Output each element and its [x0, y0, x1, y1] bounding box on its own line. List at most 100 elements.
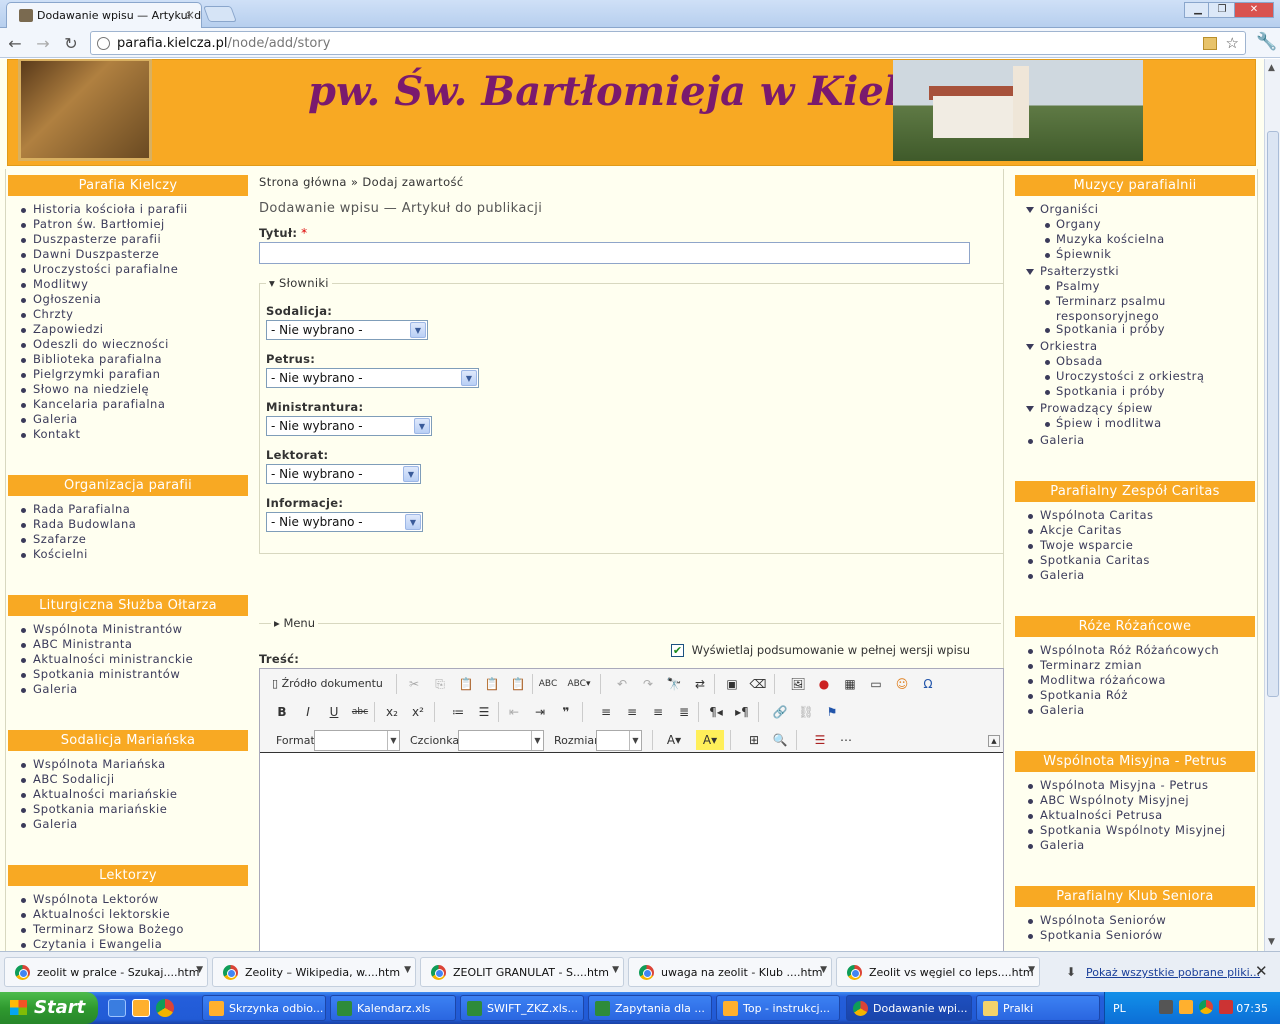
unlink-icon[interactable]: ⛓ — [796, 702, 816, 722]
bold-icon[interactable]: B — [272, 702, 292, 722]
spellcheck-icon[interactable]: ABC — [538, 674, 558, 694]
collapse-toolbar-icon[interactable]: ▲ — [988, 735, 1000, 747]
text-color-icon[interactable]: A▾ — [660, 730, 688, 750]
special-char-icon[interactable]: Ω — [918, 674, 938, 694]
menu-item[interactable]: Aktualności ministranckie — [8, 652, 248, 667]
menu-item[interactable]: Orkiestra — [1015, 339, 1255, 354]
menu-item[interactable]: Pielgrzymki parafian — [8, 367, 248, 382]
redo-icon[interactable]: ↷ — [638, 674, 658, 694]
menu-item[interactable]: Spotkania Caritas — [1015, 553, 1255, 568]
forward-icon[interactable]: → — [34, 34, 52, 53]
indent-icon[interactable]: ⇥ — [530, 702, 550, 722]
cut-icon[interactable]: ✂ — [404, 674, 424, 694]
outdent-icon[interactable]: ⇤ — [504, 702, 524, 722]
menu-item[interactable]: Spotkania Seniorów — [1015, 928, 1255, 943]
close-window-button[interactable]: ✕ — [1234, 2, 1274, 18]
menu-item[interactable]: Aktualności mariańskie — [8, 787, 248, 802]
menu-item[interactable]: Biblioteka parafialna — [8, 352, 248, 367]
menu-item[interactable]: Organy — [1015, 217, 1255, 232]
teaser-break-icon[interactable]: ⋯ — [836, 730, 856, 750]
menu-item[interactable]: Kontakt — [8, 427, 248, 442]
menu-item[interactable]: ABC Ministranta — [8, 637, 248, 652]
informacje-select[interactable]: - Nie wybrano - ▼ — [266, 512, 423, 532]
browser-tab[interactable]: Dodawanie wpisu — Artykuł do × — [6, 2, 202, 28]
menu-item[interactable]: Kościelni — [8, 547, 248, 562]
menu-item[interactable]: Śpiewnik — [1015, 247, 1255, 262]
source-button[interactable]: ▯ Źródło dokumentu — [272, 674, 392, 694]
close-icon[interactable]: ✕ — [1255, 962, 1268, 980]
menu-item[interactable]: Prowadzący śpiew — [1015, 401, 1255, 416]
font-combo[interactable]: ▼ — [458, 730, 544, 751]
download-item[interactable]: uwaga na zeolit - Klub ....htm ▼ — [628, 957, 832, 987]
italic-icon[interactable]: I — [298, 702, 318, 722]
copy-icon[interactable]: ⎘ — [430, 674, 450, 694]
download-item[interactable]: zeolit w pralce - Szukaj....htm ▼ — [4, 957, 208, 987]
menu-item[interactable]: Galeria — [8, 682, 248, 697]
slowniki-legend[interactable]: ▾ Słowniki — [266, 276, 332, 290]
bulleted-list-icon[interactable]: ☰ — [474, 702, 494, 722]
taskbar-item[interactable]: Skrzynka odbio... — [202, 995, 326, 1021]
menu-item[interactable]: Patron św. Bartłomiej — [8, 217, 248, 232]
title-input[interactable] — [259, 242, 970, 264]
close-tab-icon[interactable]: × — [185, 8, 195, 22]
menu-item[interactable]: Wspólnota Ministrantów — [8, 622, 248, 637]
bg-color-icon[interactable]: A▾ — [696, 730, 724, 750]
subscript-icon[interactable]: x₂ — [382, 702, 402, 722]
show-blocks-icon[interactable]: 🔍 — [770, 730, 790, 750]
menu-item[interactable]: Twoje wsparcie — [1015, 538, 1255, 553]
menu-item[interactable]: Spotkania Róż — [1015, 688, 1255, 703]
smiley-icon[interactable]: ☺ — [892, 674, 912, 694]
maximize-button[interactable]: ❐ — [1208, 2, 1236, 18]
outlook-tray-icon[interactable] — [1179, 1000, 1193, 1014]
menu-item[interactable]: Galeria — [1015, 568, 1255, 583]
menu-item[interactable]: Akcje Caritas — [1015, 523, 1255, 538]
link-icon[interactable]: 🔗 — [770, 702, 790, 722]
menu-item[interactable]: Uroczystości z orkiestrą — [1015, 369, 1255, 384]
back-icon[interactable]: ← — [6, 34, 24, 53]
download-item[interactable]: ZEOLIT GRANULAT - S....htm ▼ — [420, 957, 624, 987]
taskbar-item[interactable]: Kalendarz.xls — [330, 995, 456, 1021]
align-left-icon[interactable]: ≡ — [596, 702, 616, 722]
menu-item[interactable]: Wspólnota Misyjna - Petrus — [1015, 778, 1255, 793]
menu-item[interactable]: ABC Sodalicji — [8, 772, 248, 787]
select-all-icon[interactable]: ▣ — [722, 674, 742, 694]
align-center-icon[interactable]: ≡ — [622, 702, 642, 722]
menu-item[interactable]: Aktualności lektorskie — [8, 907, 248, 922]
taskbar-item[interactable]: SWIFT_ZKZ.xls... — [460, 995, 584, 1021]
menu-item[interactable]: Galeria — [1015, 433, 1255, 448]
superscript-icon[interactable]: x² — [408, 702, 428, 722]
menu-item[interactable]: Śpiew i modlitwa — [1015, 416, 1255, 431]
image-icon[interactable]: 🖼 — [788, 674, 808, 694]
menu-item[interactable]: Spotkania ministrantów — [8, 667, 248, 682]
download-item[interactable]: Zeolit vs węgiel co leps....htm ▼ — [836, 957, 1040, 987]
shield-icon[interactable] — [1219, 1000, 1233, 1014]
scroll-up-icon[interactable]: ▲ — [1268, 63, 1275, 73]
address-bar[interactable]: parafia.kielcza.pl/node/add/story ☆ — [90, 31, 1246, 55]
menu-legend[interactable]: ▸ Menu — [271, 616, 319, 630]
menu-item[interactable]: Aktualności Petrusa — [1015, 808, 1255, 823]
menu-item[interactable]: Spotkania Wspólnoty Misyjnej — [1015, 823, 1255, 838]
outlook-icon[interactable] — [132, 999, 150, 1017]
menu-item[interactable]: ABC Wspólnoty Misyjnej — [1015, 793, 1255, 808]
menu-item[interactable]: Wspólnota Mariańska — [8, 757, 248, 772]
scroll-down-icon[interactable]: ▼ — [1268, 937, 1275, 947]
menu-item[interactable]: Uroczystości parafialne — [8, 262, 248, 277]
rtl-icon[interactable]: ▸¶ — [732, 702, 752, 722]
numbered-list-icon[interactable]: ≔ — [448, 702, 468, 722]
menu-item[interactable]: Rada Budowlana — [8, 517, 248, 532]
show-all-downloads-link[interactable]: Pokaż wszystkie pobrane pliki... — [1086, 966, 1260, 979]
chevron-down-icon[interactable]: ▼ — [1028, 965, 1035, 975]
chrome-icon[interactable] — [156, 999, 174, 1017]
ministrantura-select[interactable]: - Nie wybrano - ▼ — [266, 416, 432, 436]
taskbar-item[interactable]: Pralki — [976, 995, 1100, 1021]
menu-item[interactable]: Psalmy — [1015, 279, 1255, 294]
menu-item[interactable]: Słowo na niedzielę — [8, 382, 248, 397]
menu-item[interactable]: Zapowiedzi — [8, 322, 248, 337]
ltr-icon[interactable]: ¶◂ — [706, 702, 726, 722]
menu-item[interactable]: Wspólnota Róż Różańcowych — [1015, 643, 1255, 658]
language-indicator[interactable]: PL — [1113, 1002, 1126, 1015]
underline-icon[interactable]: U — [324, 702, 344, 722]
menu-item[interactable]: Psałterzystki — [1015, 264, 1255, 279]
menu-item[interactable]: Galeria — [8, 817, 248, 832]
justify-icon[interactable]: ≣ — [674, 702, 694, 722]
